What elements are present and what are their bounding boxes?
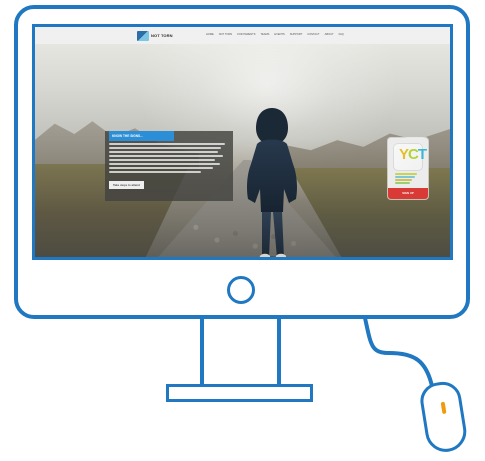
hero-card-line	[109, 159, 215, 161]
monitor-stand-base	[166, 384, 313, 402]
nav-link-events[interactable]: EVENTS	[273, 33, 285, 36]
nav-link-support[interactable]: SUPPORT	[289, 33, 304, 36]
monitor-stand-neck	[200, 318, 281, 388]
mouse-wheel-icon[interactable]	[440, 401, 447, 415]
ycft-logo: YCT	[393, 143, 427, 171]
nav-link-home[interactable]: HOME	[205, 33, 215, 36]
hero-card-line	[109, 143, 225, 145]
nav-link-faq[interactable]: FAQ	[338, 33, 345, 36]
power-button-icon[interactable]	[227, 276, 255, 304]
nav-link-teams[interactable]: TEAMS	[259, 33, 270, 36]
ycft-badge-lines	[395, 173, 419, 184]
hero-card-line	[109, 171, 201, 173]
ycft-badge-card: YCT SIGN UP	[388, 138, 428, 199]
nav-link-for-parents[interactable]: FOR PARENTS	[236, 33, 256, 36]
monitor-screen: NOT TORN HOME NOT TORN FOR PARENTS TEAMS…	[32, 24, 453, 260]
ycft-letter-c: C	[408, 146, 419, 163]
nav-link-about[interactable]: ABOUT	[324, 33, 335, 36]
nav-link-contact[interactable]: CONTACT	[306, 33, 320, 36]
website-navigation-bar: NOT TORN HOME NOT TORN FOR PARENTS TEAMS…	[35, 27, 450, 44]
hero-card-button[interactable]: Take steps to attend	[109, 181, 144, 189]
website-nav-links: HOME NOT TORN FOR PARENTS TEAMS EVENTS S…	[205, 33, 345, 36]
nav-link-not-torn[interactable]: NOT TORN	[218, 33, 233, 36]
hero-card-line	[109, 167, 213, 169]
computer-illustration: NOT TORN HOME NOT TORN FOR PARENTS TEAMS…	[0, 0, 485, 461]
website-logo-mark	[137, 31, 149, 41]
website-logo-text: NOT TORN	[151, 33, 173, 38]
ycft-line	[395, 182, 410, 184]
ycft-line	[395, 173, 417, 175]
ycft-line	[395, 179, 412, 181]
person-silhouette-icon	[231, 102, 313, 257]
website-logo[interactable]: NOT TORN	[137, 30, 173, 42]
hero-image: KNOW THE SIGNS... Take steps to attend Y…	[35, 44, 450, 257]
ycft-sign-up-button[interactable]: SIGN UP	[388, 188, 428, 199]
hero-card-line	[109, 151, 218, 153]
ycft-letter-t: T	[417, 146, 427, 163]
ycft-letter-y: Y	[399, 146, 409, 163]
ycft-line	[395, 176, 415, 178]
hero-card-line	[109, 163, 220, 165]
hero-card-line	[109, 147, 221, 149]
hero-card-line	[109, 155, 223, 157]
hero-card-title: KNOW THE SIGNS...	[109, 131, 174, 141]
ycft-letters: YCT	[399, 146, 427, 163]
hero-card-body-lines	[109, 143, 229, 173]
mouse-icon[interactable]	[417, 379, 470, 455]
hero-info-card: KNOW THE SIGNS... Take steps to attend	[105, 131, 233, 201]
